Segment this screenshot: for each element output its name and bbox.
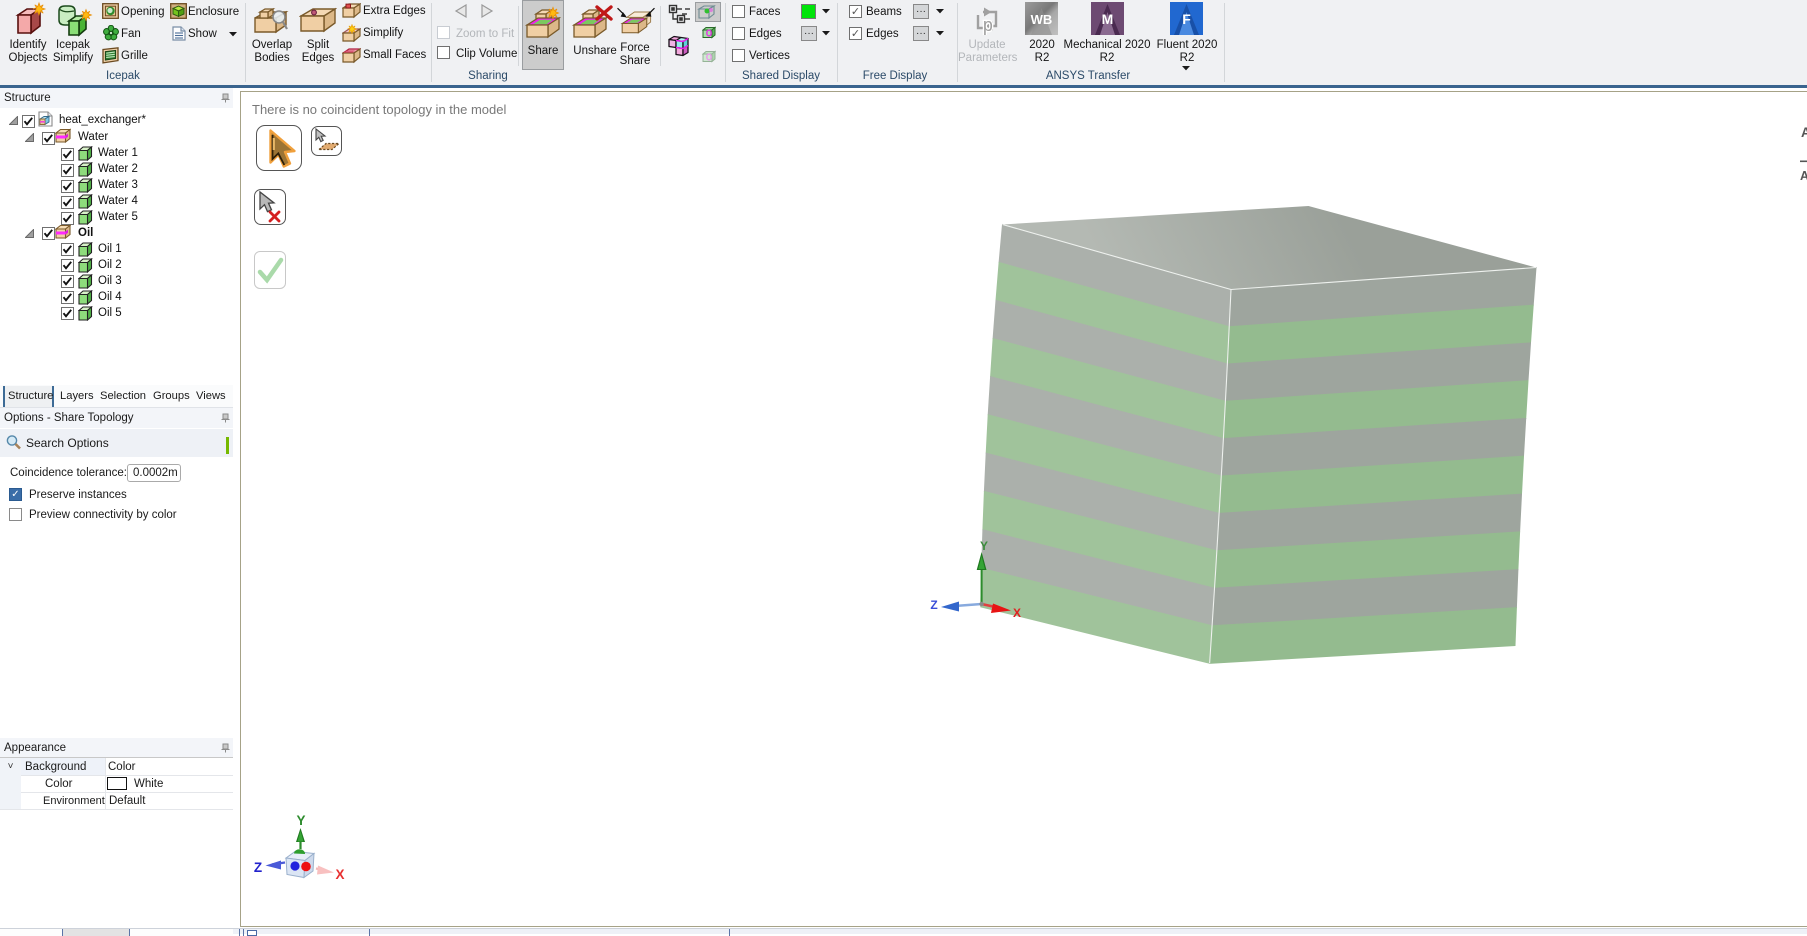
svg-text:WB: WB bbox=[1031, 12, 1053, 27]
svg-text:M: M bbox=[1102, 11, 1114, 27]
svg-text:p: p bbox=[983, 17, 994, 35]
svg-text:F: F bbox=[1182, 11, 1191, 27]
